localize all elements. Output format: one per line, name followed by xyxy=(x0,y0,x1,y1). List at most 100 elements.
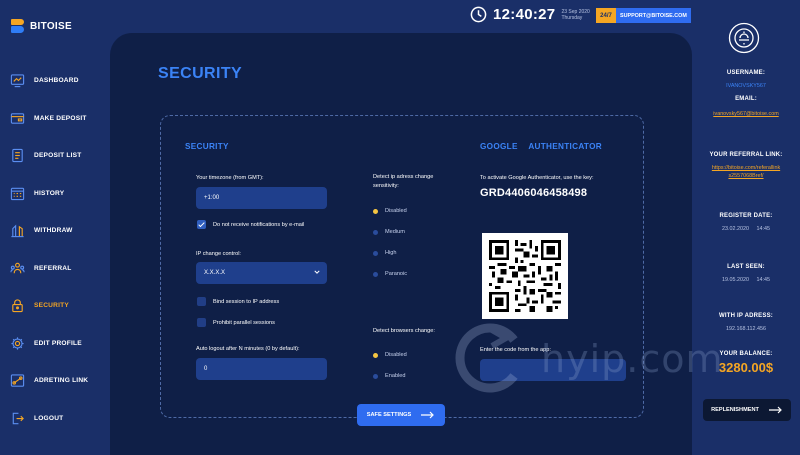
google-auth-code-input[interactable] xyxy=(480,359,626,381)
google-auth-key: GRD4406046458498 xyxy=(480,187,588,199)
brand-name: BITOISE xyxy=(30,20,72,32)
clock-time: 12:40:27 xyxy=(493,6,556,23)
arrow-right-icon xyxy=(768,406,782,414)
sidebar-item-logout[interactable]: LOGOUT xyxy=(0,400,110,438)
username-value: IVANOVSKY567 xyxy=(726,83,766,89)
replenishment-button[interactable]: REPLENISHMENT xyxy=(703,399,791,421)
prohibit-parallel-label: Prohibit parallel sessions xyxy=(213,320,275,326)
clock: 12:40:27 23 Sep 2020 Thursday xyxy=(470,6,590,23)
replenishment-label: REPLENISHMENT xyxy=(711,407,759,413)
ip-sensitivity-radio-paranoic[interactable] xyxy=(373,272,378,277)
bind-session-checkbox[interactable] xyxy=(197,297,206,306)
username-label: USERNAME: xyxy=(726,70,766,76)
sidebar-item-label: LOGOUT xyxy=(34,414,64,422)
ip-address-label: WITH IP ADRESS: xyxy=(718,313,773,319)
clock-date-block: 23 Sep 2020 Thursday xyxy=(561,9,589,21)
ip-sensitivity-option: Medium xyxy=(385,229,405,235)
avatar[interactable] xyxy=(728,22,760,54)
referral-icon xyxy=(10,262,25,273)
main-panel: SECURITY SECURITY Your timezone (from GM… xyxy=(110,33,692,455)
sidebar-item-security[interactable]: SECURITY xyxy=(0,287,110,325)
register-date: 23.02.2020 xyxy=(722,226,749,232)
ip-sensitivity-option: High xyxy=(385,250,397,256)
ip-sensitivity-label-line1: Detect ip adress change xyxy=(373,174,434,180)
support-link[interactable]: 24/7 SUPPORT@BITOISE.COM xyxy=(596,8,691,23)
auto-logout-input[interactable]: 0 xyxy=(196,358,327,380)
google-auth-heading-part1: GOOGLE xyxy=(480,142,518,151)
brand[interactable]: BITOISE xyxy=(11,19,72,33)
ip-sensitivity-radio-medium[interactable] xyxy=(373,230,378,235)
sidebar-item-referral[interactable]: REFERRAL xyxy=(0,250,110,288)
sidebar-item-label: MAKE DEPOSIT xyxy=(34,114,87,122)
brand-logo-icon xyxy=(11,19,24,33)
google-auth-heading: GOOGLE AUTHENTICATOR xyxy=(480,142,602,151)
support-badge: 24/7 xyxy=(596,8,616,23)
sidebar-item-label: EDIT PROFILE xyxy=(34,339,82,347)
security-heading: SECURITY xyxy=(185,142,229,151)
sidebar-item-history[interactable]: HISTORY xyxy=(0,175,110,213)
page-title: SECURITY xyxy=(158,65,243,82)
sidebar-item-label: REFERRAL xyxy=(34,264,72,272)
chevron-down-icon xyxy=(314,270,320,274)
sidebar-item-edit-profile[interactable]: EDIT PROFILE xyxy=(0,325,110,363)
ip-sensitivity-radio-high[interactable] xyxy=(373,251,378,256)
sidebar-item-label: SECURITY xyxy=(34,302,69,310)
gear-icon xyxy=(11,337,24,350)
referral-link-line1[interactable]: https://bitoise.com/referallink xyxy=(692,164,800,172)
history-icon xyxy=(10,187,25,200)
deposit-list-icon xyxy=(12,149,23,163)
no-email-label: Do not receive notifications by e-mail xyxy=(213,222,305,228)
google-auth-code-label: Enter the code from the app: xyxy=(480,347,551,353)
browser-change-option: Disabled xyxy=(385,352,407,358)
email-link[interactable]: ivanovsky567@bitoise.com xyxy=(692,110,800,118)
bind-session-label: Bind session to IP address xyxy=(213,299,280,305)
settings-card: SECURITY Your timezone (from GMT): +1:00… xyxy=(160,115,644,418)
ip-control-select[interactable]: X.X.X.X xyxy=(196,262,327,284)
sidebar-nav: DASHBOARD MAKE DEPOSIT DEPOSIT LIST HIST… xyxy=(0,62,110,437)
ip-control-value: X.X.X.X xyxy=(204,270,226,276)
account-panel: USERNAME: IVANOVSKY567 EMAIL: ivanovsky5… xyxy=(692,0,800,455)
browser-change-radio-disabled[interactable] xyxy=(373,353,378,358)
sidebar-item-deposit-list[interactable]: DEPOSIT LIST xyxy=(0,137,110,175)
save-settings-label: SAFE SETTINGS xyxy=(366,412,412,418)
sidebar-item-adreting-link[interactable]: ADRETING LINK xyxy=(0,362,110,400)
last-seen-time: 14:45 xyxy=(756,277,770,283)
ip-sensitivity-radio-disabled[interactable] xyxy=(373,209,378,214)
no-email-checkbox[interactable] xyxy=(197,220,206,229)
ip-address-value: 192.168.112.456 xyxy=(725,326,767,332)
prohibit-parallel-checkbox[interactable] xyxy=(197,318,206,327)
sidebar-item-label: DEPOSIT LIST xyxy=(34,152,82,160)
email-label: EMAIL: xyxy=(735,96,757,102)
sidebar-item-make-deposit[interactable]: MAKE DEPOSIT xyxy=(0,100,110,138)
sidebar-item-dashboard[interactable]: DASHBOARD xyxy=(0,62,110,100)
clock-date: 23 Sep 2020 xyxy=(561,8,590,15)
clock-icon xyxy=(470,6,487,23)
sidebar-item-label: WITHDRAW xyxy=(34,227,73,235)
qr-code xyxy=(482,233,568,319)
support-email[interactable]: SUPPORT@BITOISE.COM xyxy=(616,8,691,23)
make-deposit-icon xyxy=(10,113,25,124)
balance-label: YOUR BALANCE: xyxy=(719,351,773,357)
logout-icon xyxy=(12,412,24,424)
register-date-label: REGISTER DATE: xyxy=(719,213,773,219)
link-icon xyxy=(10,374,25,387)
save-settings-button[interactable]: SAFE SETTINGS xyxy=(357,404,445,426)
sidebar-item-label: ADRETING LINK xyxy=(34,377,89,385)
last-seen-label: LAST SEEN: xyxy=(727,264,765,270)
timezone-label: Your timezone (from GMT): xyxy=(196,175,264,181)
referral-link-line2[interactable]: s2557068Bref/ xyxy=(692,172,800,180)
ip-sensitivity-label-line2: sensitivity: xyxy=(373,183,399,189)
sidebar-item-label: DASHBOARD xyxy=(34,77,79,85)
ip-sensitivity-option: Paranoic xyxy=(385,271,408,277)
browser-change-radio-enabled[interactable] xyxy=(373,374,378,379)
sidebar-item-withdraw[interactable]: WITHDRAW xyxy=(0,212,110,250)
timezone-input[interactable]: +1:00 xyxy=(196,187,327,209)
dashboard-icon xyxy=(10,74,25,88)
sidebar-item-label: HISTORY xyxy=(34,189,65,197)
last-seen-date: 19.05.2020 xyxy=(722,277,749,283)
register-time: 14:45 xyxy=(756,226,770,232)
arrow-right-icon xyxy=(421,411,435,419)
google-auth-heading-part2: AUTHENTICATOR xyxy=(528,142,602,151)
auto-logout-value: 0 xyxy=(204,366,208,372)
referral-label: YOUR REFERRAL LINK: xyxy=(709,152,783,158)
